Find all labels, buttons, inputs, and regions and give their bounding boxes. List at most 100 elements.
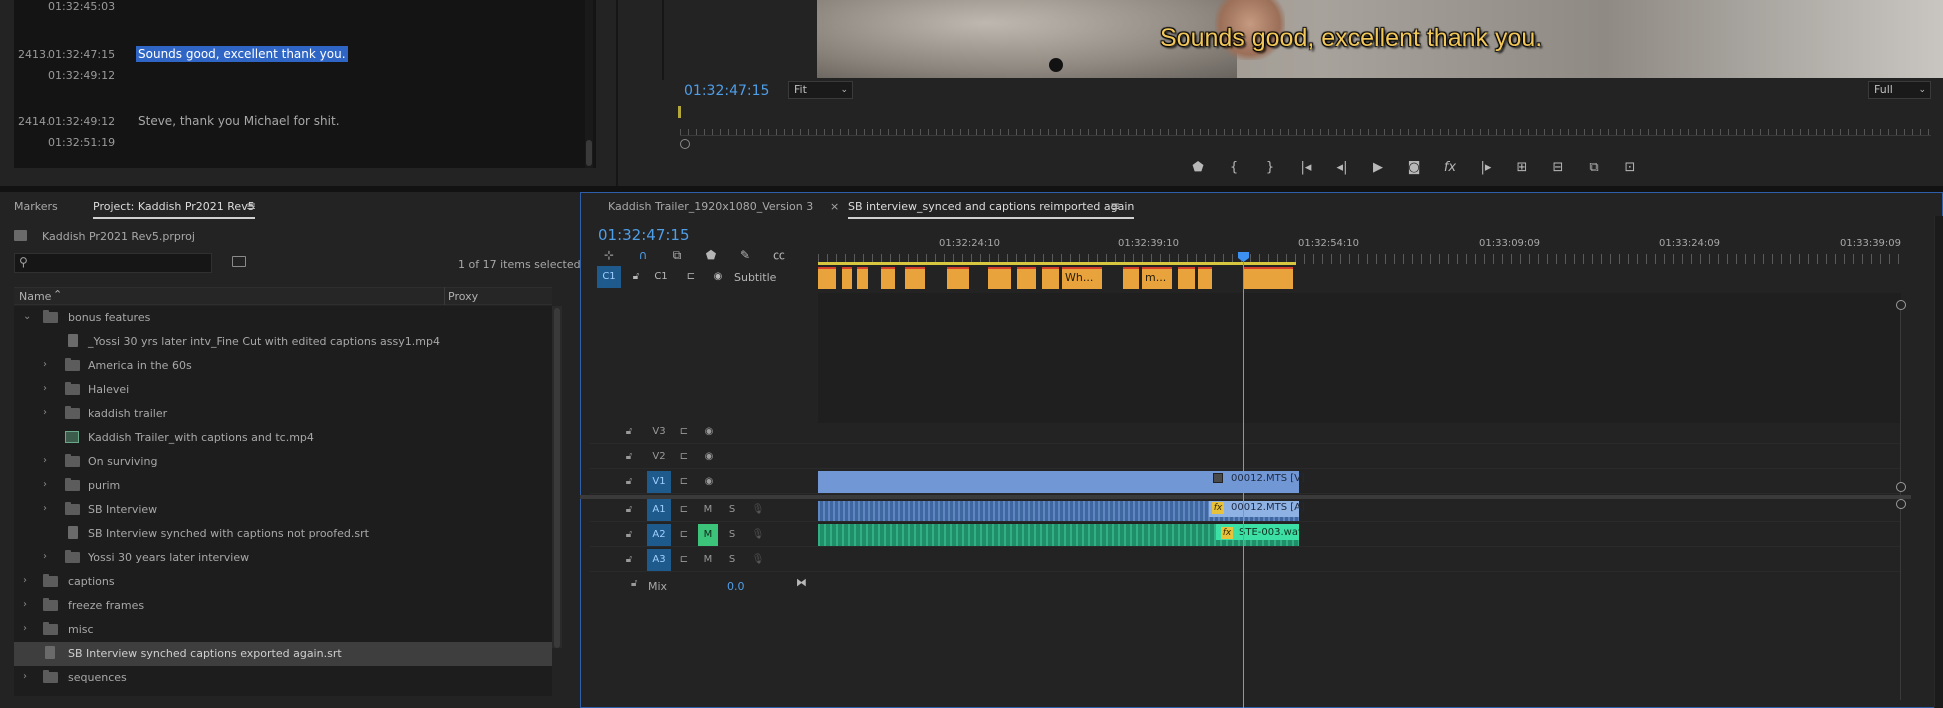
chevron-right-icon[interactable]: › bbox=[43, 479, 47, 490]
caption-text[interactable]: Sounds good, excellent thank you. bbox=[136, 46, 348, 62]
close-icon[interactable]: × bbox=[830, 200, 839, 213]
subtitle-clip[interactable] bbox=[1123, 267, 1139, 289]
track-label-v3[interactable]: V3 bbox=[647, 421, 671, 443]
insert-icon[interactable]: ⊞ bbox=[1504, 158, 1540, 178]
out-point-icon[interactable]: } bbox=[1252, 158, 1288, 178]
in-point-icon[interactable]: { bbox=[1216, 158, 1252, 178]
eye-icon[interactable]: ◉ bbox=[701, 421, 717, 443]
captions-scrollbar-thumb[interactable] bbox=[586, 140, 592, 166]
list-item[interactable]: › purim bbox=[14, 474, 552, 498]
list-item[interactable]: SB Interview synched captions exported a… bbox=[14, 642, 552, 666]
microphone-icon[interactable]: 🎙︎ bbox=[750, 499, 766, 521]
track-label-v1[interactable]: V1 bbox=[647, 471, 671, 493]
list-item[interactable]: › misc bbox=[14, 618, 552, 642]
fx-icon[interactable]: fx bbox=[1432, 158, 1468, 178]
subtitle-clip[interactable] bbox=[842, 267, 852, 289]
marker-icon[interactable]: ⬟ bbox=[1180, 158, 1216, 178]
lock-icon[interactable]: 🔓︎ bbox=[631, 578, 637, 589]
mute-button[interactable]: M bbox=[698, 499, 718, 521]
lock-icon[interactable]: 🔓︎ bbox=[621, 524, 637, 546]
scroll-handle[interactable] bbox=[1896, 300, 1906, 310]
tab-sequence-2[interactable]: SB interview_synced and captions reimpor… bbox=[848, 200, 1135, 219]
list-item[interactable]: ⌄ bonus features bbox=[14, 306, 552, 330]
list-item[interactable]: _Yossi 30 yrs later intv_Fine Cut with e… bbox=[14, 330, 552, 354]
column-name[interactable]: Name bbox=[19, 290, 51, 303]
timeline-timecode[interactable]: 01:32:47:15 bbox=[598, 226, 690, 244]
playback-resolution-dropdown[interactable]: Full ⌄ bbox=[1868, 81, 1931, 99]
microphone-icon[interactable]: 🎙︎ bbox=[750, 549, 766, 571]
list-item[interactable]: SB Interview synched with captions not p… bbox=[14, 522, 552, 546]
step-forward-icon[interactable]: |▸ bbox=[1468, 158, 1504, 178]
column-proxy[interactable]: Proxy bbox=[448, 290, 478, 303]
chevron-down-icon[interactable]: ⌄ bbox=[23, 311, 31, 322]
mute-button[interactable]: M bbox=[698, 549, 718, 571]
sync-lock-icon[interactable]: ⊏ bbox=[676, 499, 692, 521]
tab-markers[interactable]: Markers bbox=[14, 200, 58, 213]
mute-button[interactable]: M bbox=[698, 524, 718, 546]
mix-volume-value[interactable]: 0.0 bbox=[727, 580, 745, 593]
play-icon[interactable]: ▶ bbox=[1360, 158, 1396, 178]
sync-lock-icon[interactable]: ⊏ bbox=[676, 524, 692, 546]
lock-icon[interactable]: 🔓︎ bbox=[621, 446, 637, 468]
sync-lock-icon[interactable]: ⊏ bbox=[676, 421, 692, 443]
list-item[interactable]: › America in the 60s bbox=[14, 354, 552, 378]
list-item[interactable]: › sequences bbox=[14, 666, 552, 690]
chevron-right-icon[interactable]: › bbox=[23, 671, 27, 682]
video-clip[interactable] bbox=[818, 471, 1299, 493]
add-marker-icon[interactable]: ⬟ bbox=[703, 247, 719, 263]
sort-ascending-icon[interactable]: ⌃ bbox=[53, 288, 62, 301]
caption-text[interactable]: Steve, thank you Michael for shit. bbox=[136, 113, 342, 129]
chevron-right-icon[interactable]: › bbox=[43, 455, 47, 466]
subtitle-clip[interactable] bbox=[1198, 267, 1212, 289]
lock-icon[interactable]: 🔓︎ bbox=[621, 499, 637, 521]
chevron-right-icon[interactable]: › bbox=[43, 503, 47, 514]
lock-icon[interactable]: 🔓︎ bbox=[621, 471, 637, 493]
monitor-timecode[interactable]: 01:32:47:15 bbox=[684, 83, 769, 99]
list-item[interactable]: › captions bbox=[14, 570, 552, 594]
chevron-right-icon[interactable]: › bbox=[23, 599, 27, 610]
search-input[interactable] bbox=[14, 253, 212, 273]
lock-icon[interactable]: 🔓︎ bbox=[621, 421, 637, 443]
sync-lock-icon[interactable]: ⊏ bbox=[679, 266, 703, 288]
step-back-icon[interactable]: ◂| bbox=[1324, 158, 1360, 178]
subtitle-clip[interactable] bbox=[881, 267, 895, 289]
lock-icon[interactable]: 🔓︎ bbox=[621, 549, 637, 571]
track-label-a1[interactable]: A1 bbox=[647, 499, 671, 521]
zoom-scroll-handle[interactable] bbox=[680, 139, 690, 149]
chevron-right-icon[interactable]: › bbox=[23, 575, 27, 586]
scroll-handle[interactable] bbox=[1896, 482, 1906, 492]
monitor-time-ruler[interactable] bbox=[680, 124, 1931, 136]
sync-lock-icon[interactable]: ⊏ bbox=[676, 549, 692, 571]
subtitle-track-target[interactable]: C1 bbox=[597, 266, 621, 288]
scroll-handle[interactable] bbox=[1896, 499, 1906, 509]
solo-button[interactable]: S bbox=[724, 499, 740, 521]
camera-icon[interactable]: ◙ bbox=[1396, 158, 1432, 178]
list-item[interactable]: › Yossi 30 years later interview bbox=[14, 546, 552, 570]
go-to-in-icon[interactable]: |◂ bbox=[1288, 158, 1324, 178]
panel-divider[interactable] bbox=[616, 0, 618, 186]
caption-row[interactable]: 2413. 01:32:47:15 01:32:49:12 Sounds goo… bbox=[14, 46, 584, 115]
lock-icon[interactable]: 🔓︎ bbox=[624, 266, 648, 288]
captions-icon[interactable]: ㏄ bbox=[771, 247, 787, 263]
list-item[interactable]: › SB Interview bbox=[14, 498, 552, 522]
lift-icon[interactable]: ⧉ bbox=[1576, 158, 1612, 178]
chevron-right-icon[interactable]: › bbox=[43, 551, 47, 562]
linked-selection-icon[interactable]: ⧉ bbox=[669, 247, 685, 263]
tab-project[interactable]: Project: Kaddish Pr2021 Rev5 bbox=[93, 200, 255, 219]
wrench-icon[interactable]: ✎ bbox=[737, 247, 753, 263]
sync-lock-icon[interactable]: ⊏ bbox=[676, 446, 692, 468]
snap-icon[interactable]: ∩ bbox=[635, 247, 651, 263]
subtitle-clip[interactable] bbox=[1178, 267, 1195, 289]
track-label-a3[interactable]: A3 bbox=[647, 549, 671, 571]
mix-end-icon[interactable]: ⧓ bbox=[796, 576, 807, 589]
project-scrollbar-thumb[interactable] bbox=[554, 308, 560, 648]
subtitle-clip[interactable] bbox=[905, 267, 925, 289]
panel-menu-icon[interactable]: ≡ bbox=[1110, 199, 1120, 213]
list-item[interactable]: › freeze frames bbox=[14, 594, 552, 618]
column-divider[interactable] bbox=[444, 287, 445, 305]
subtitle-clip[interactable] bbox=[857, 267, 868, 289]
solo-button[interactable]: S bbox=[724, 524, 740, 546]
subtitle-clip[interactable] bbox=[988, 267, 1011, 289]
microphone-icon[interactable]: 🎙︎ bbox=[750, 524, 766, 546]
list-item[interactable]: › On surviving bbox=[14, 450, 552, 474]
